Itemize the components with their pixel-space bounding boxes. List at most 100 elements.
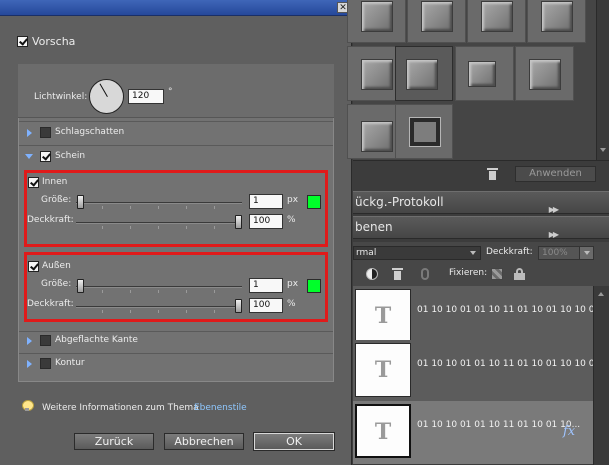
outer-size-label: Größe: (41, 279, 72, 289)
outer-size-track[interactable] (76, 286, 242, 288)
slider-tick (186, 310, 187, 313)
slider-tick (214, 206, 215, 209)
degree-symbol: ° (168, 87, 173, 97)
preview-label: Vorscha (32, 35, 76, 48)
outer-size-unit: px (287, 279, 299, 289)
slider-tick (186, 206, 187, 209)
inner-glow-checkbox[interactable] (28, 177, 39, 188)
layer-row[interactable]: T 01 10 10 01 01 10 11 01 10 01 10 10 0.… (353, 340, 603, 404)
expand-arrow-icon[interactable] (27, 337, 32, 345)
slider-tick (214, 310, 215, 313)
dialog-titlebar: ✕ (0, 0, 352, 16)
slider-tick (130, 310, 131, 313)
outer-size-input[interactable]: 1 (249, 278, 283, 293)
row-divider (19, 145, 333, 146)
slider-tick (158, 290, 159, 293)
chevron-down-icon (584, 251, 590, 255)
outer-opacity-unit: % (287, 299, 296, 309)
outer-size-slider-thumb[interactable] (77, 279, 84, 293)
style-thumbnail[interactable] (467, 0, 526, 43)
slider-tick (130, 226, 131, 229)
style-thumbnail-frame[interactable] (395, 104, 453, 159)
ebenenstile-link[interactable]: Ebenenstile (194, 403, 247, 413)
bevel-checkbox[interactable] (40, 335, 51, 346)
expand-arrow-icon[interactable] (27, 360, 32, 368)
slider-tick (102, 290, 103, 293)
slider-tick (130, 206, 131, 209)
inner-opacity-slider-thumb[interactable] (235, 215, 242, 229)
inner-opacity-input[interactable]: 100 (249, 214, 283, 229)
layer-opacity-label: Deckkraft: (486, 247, 533, 257)
inner-glow-color-swatch[interactable] (307, 195, 321, 209)
expand-arrow-icon[interactable] (27, 129, 32, 137)
row-divider (19, 331, 333, 332)
inner-size-label: Größe: (41, 195, 72, 205)
drop-shadow-label: Schlagschatten (55, 127, 125, 137)
style-thumbnail[interactable] (455, 46, 514, 101)
lock-icon[interactable] (514, 268, 526, 280)
slider-tick (130, 290, 131, 293)
ok-button[interactable]: OK (253, 432, 335, 451)
history-panel-header[interactable]: ückg.-Protokoll ▶▶ (353, 191, 609, 214)
styles-grid (347, 0, 596, 160)
scroll-up-icon[interactable] (598, 292, 604, 296)
inner-size-slider-thumb[interactable] (77, 195, 84, 209)
outer-opacity-input[interactable]: 100 (249, 298, 283, 313)
cancel-button[interactable]: Abbrechen (164, 433, 244, 450)
text-layer-thumbnail: T (355, 404, 411, 458)
style-thumbnail[interactable] (527, 0, 586, 43)
info-text: Weitere Informationen zum Thema (42, 403, 199, 413)
inner-size-input[interactable]: 1 (249, 194, 283, 209)
inner-opacity-track[interactable] (76, 222, 242, 224)
slider-tick (158, 206, 159, 209)
outer-glow-color-swatch[interactable] (307, 279, 321, 293)
inner-size-track[interactable] (76, 202, 242, 204)
style-thumbnail-selected[interactable] (395, 46, 453, 101)
style-thumbnail[interactable] (515, 46, 574, 101)
layer-row-active[interactable]: T 01 10 10 01 01 10 11 01 10 01 10... (353, 401, 593, 465)
layers-panel-title: benen (355, 220, 393, 234)
slider-tick (158, 226, 159, 229)
lock-transparency-icon[interactable] (491, 268, 503, 280)
light-angle-input[interactable]: 120 (128, 89, 164, 104)
layer-effects-icon[interactable]: fx (563, 424, 575, 439)
layer-name: 01 10 10 01 01 10 11 01 10 01 10 10 0... (417, 305, 604, 315)
link-icon[interactable] (421, 268, 429, 280)
layers-scrollbar[interactable] (593, 286, 609, 465)
slider-tick (102, 310, 103, 313)
layer-opacity-dropdown[interactable] (579, 247, 593, 259)
blend-mode-value: rmal (356, 248, 377, 258)
history-panel-title: ückg.-Protokoll (355, 195, 444, 209)
styles-scrollbar[interactable] (596, 0, 609, 160)
trash-icon[interactable] (392, 268, 403, 280)
blend-mode-select[interactable]: rmal (353, 246, 481, 260)
text-layer-thumbnail: T (355, 343, 411, 397)
adjustment-layer-icon[interactable] (366, 268, 378, 280)
layers-panel-header[interactable]: benen ▶▶ (353, 216, 609, 239)
drop-shadow-checkbox[interactable] (40, 127, 51, 138)
slider-tick (186, 226, 187, 229)
layer-name: 01 10 10 01 01 10 11 01 10 01 10... (417, 420, 581, 430)
outer-opacity-slider-thumb[interactable] (235, 299, 242, 313)
outer-glow-checkbox[interactable] (28, 261, 39, 272)
lightbulb-icon (22, 400, 34, 412)
row-divider (19, 121, 333, 122)
stroke-label: Kontur (55, 358, 85, 368)
style-thumbnail[interactable] (347, 0, 406, 43)
layer-opacity-value: 100% (542, 248, 568, 258)
apply-button[interactable]: Anwenden (515, 166, 596, 182)
stroke-checkbox[interactable] (40, 358, 51, 369)
chevron-down-icon[interactable] (470, 251, 476, 255)
collapse-arrow-icon[interactable] (25, 154, 33, 159)
style-thumbnail[interactable] (407, 0, 466, 43)
reset-button[interactable]: Zurück (74, 433, 154, 450)
bevel-label: Abgeflachte Kante (55, 335, 138, 345)
trash-icon[interactable] (487, 168, 498, 180)
preview-checkbox[interactable] (17, 36, 28, 47)
outer-opacity-track[interactable] (76, 306, 242, 308)
glow-checkbox[interactable] (40, 151, 51, 162)
text-layer-thumbnail: T (355, 289, 411, 343)
scroll-down-icon[interactable] (600, 148, 606, 152)
slider-tick (102, 226, 103, 229)
light-angle-row (18, 64, 334, 118)
